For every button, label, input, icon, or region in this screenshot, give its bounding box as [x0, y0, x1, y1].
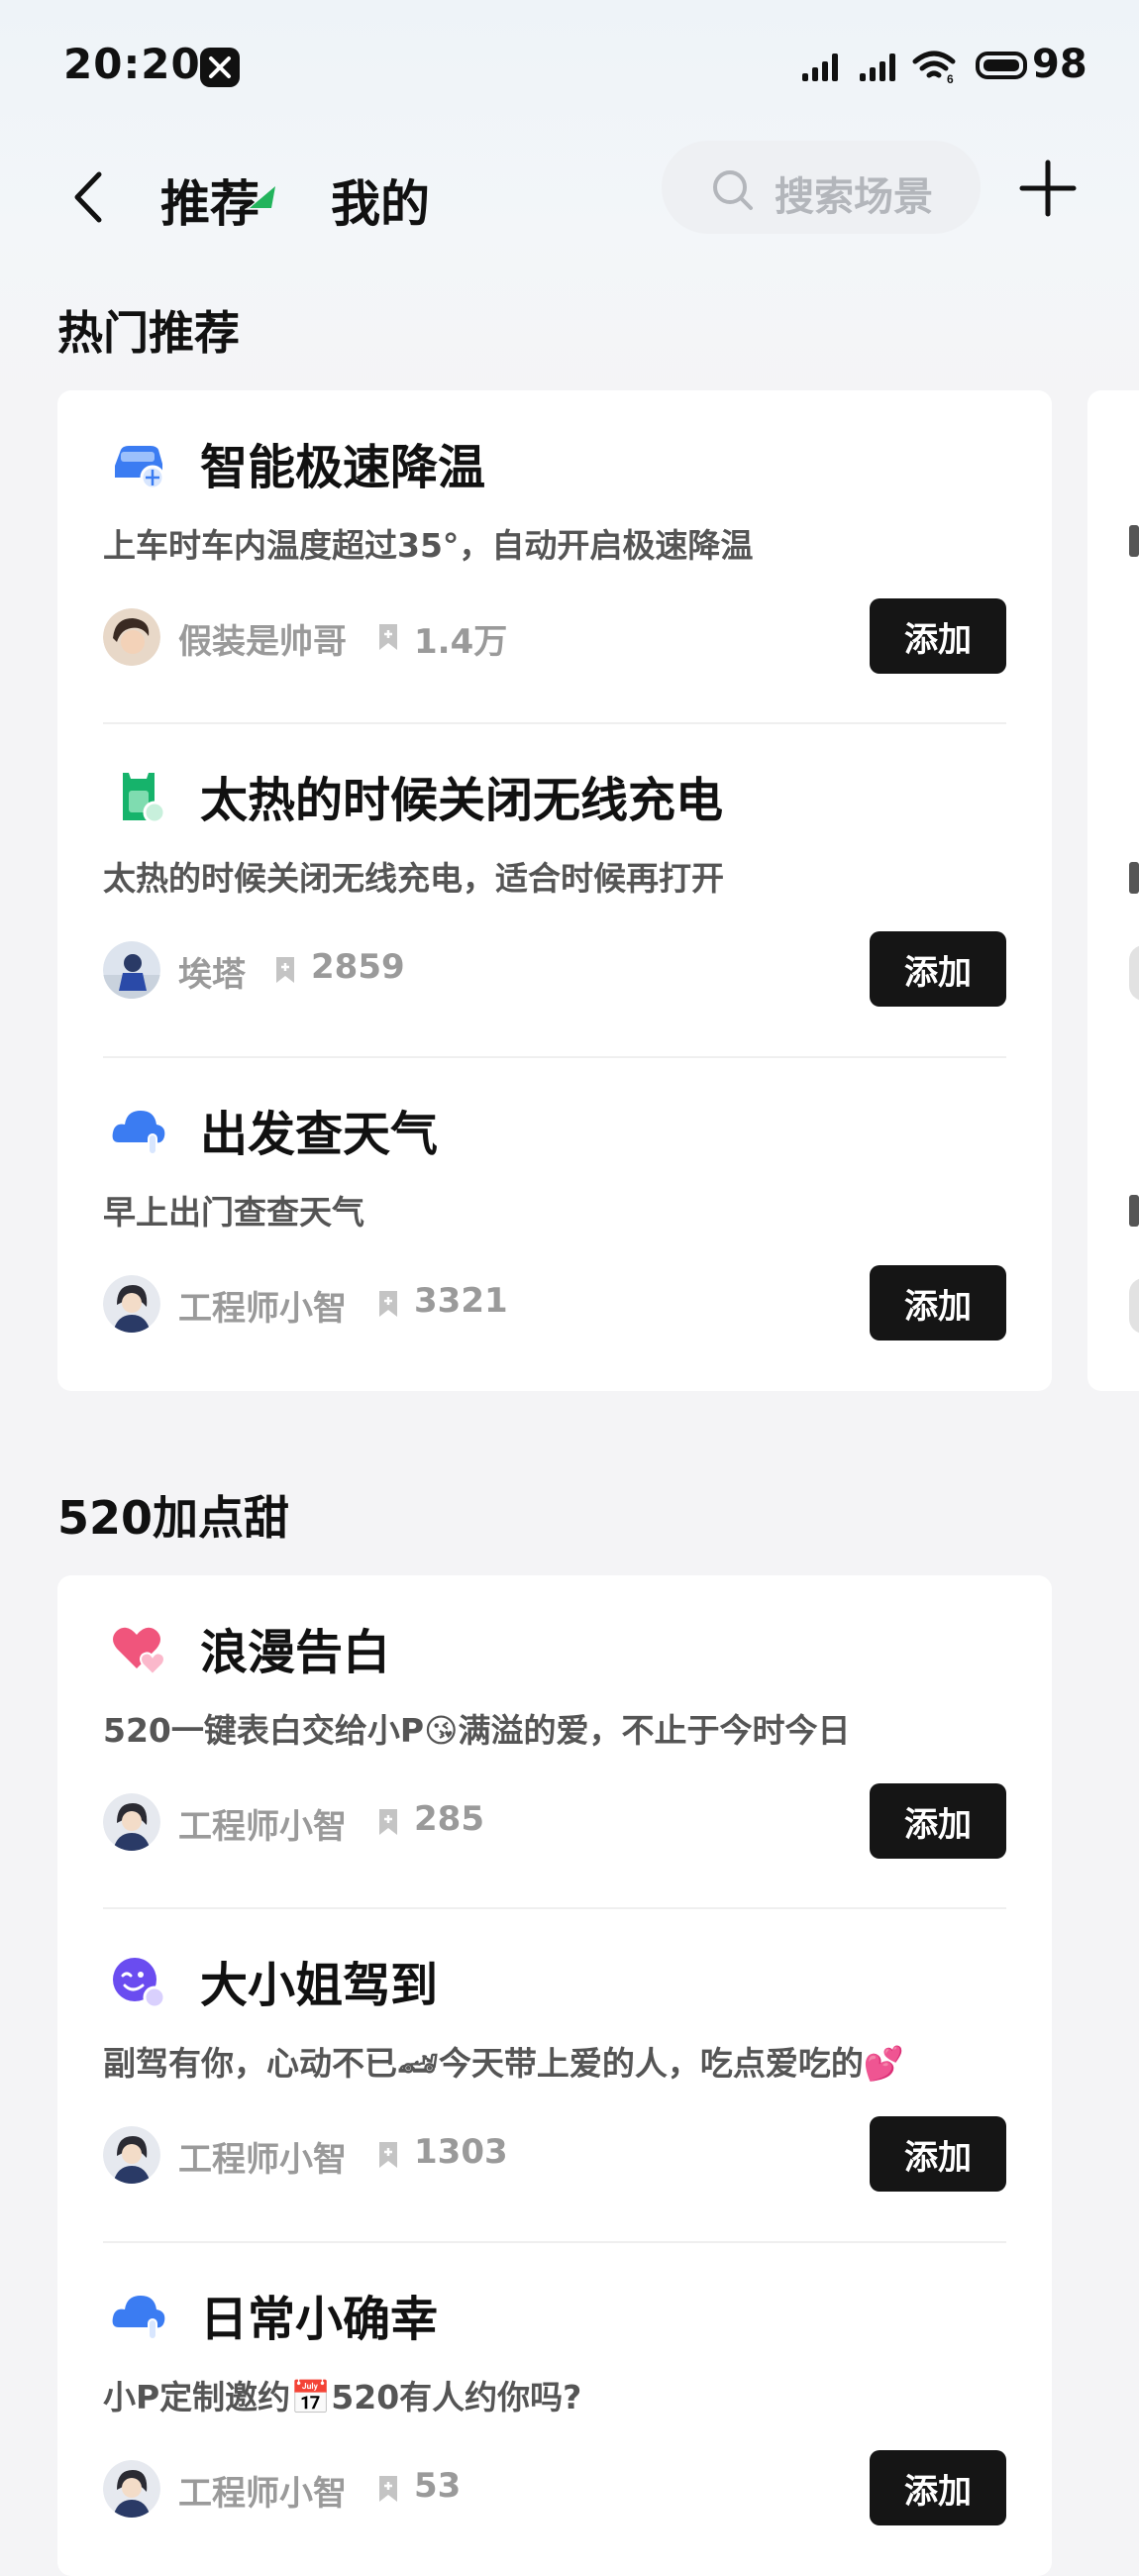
author-name: 假装是帅哥 — [178, 622, 347, 662]
peek-text-fragment — [1129, 862, 1139, 894]
battery-icon — [976, 52, 1027, 79]
back-arrow-icon[interactable] — [63, 162, 113, 232]
scene-item[interactable]: 出发查天气 早上出门查查天气 工程师小智 3321 添加 — [103, 1057, 1006, 1390]
notification-app-icon — [200, 48, 240, 87]
signal-2-icon — [860, 52, 899, 81]
status-bar: 20:20 6 98 — [0, 0, 1139, 139]
scene-title: 智能极速降温 — [200, 440, 486, 495]
weather-icon — [112, 2296, 165, 2340]
peek-avatar — [1129, 1278, 1139, 1334]
avatar — [103, 1275, 160, 1333]
add-button[interactable]: 添加 — [870, 598, 1006, 674]
avatar — [103, 1793, 160, 1851]
search-placeholder: 搜索场景 — [775, 174, 933, 220]
add-count: 3321 — [414, 1281, 508, 1321]
scene-card-group-hot: 智能极速降温 上车时车内温度超过35°，自动开启极速降温 假装是帅哥 1.4万 … — [57, 390, 1052, 1391]
active-tab-indicator — [250, 186, 275, 208]
scene-item[interactable]: 日常小确幸 小P定制邀约📅520有人约你吗? 工程师小智 53 添加 — [103, 2242, 1006, 2575]
scene-item[interactable]: 大小姐驾到 副驾有你，心动不已🏎今天带上爱的人，吃点爱吃的💕 工程师小智 130… — [103, 1908, 1006, 2241]
bookmark-icon — [379, 1809, 397, 1835]
section-title-520: 520加点甜 — [57, 1491, 290, 1545]
car-cool-icon — [115, 446, 165, 490]
add-button[interactable]: 添加 — [870, 2450, 1006, 2525]
scene-desc: 早上出门查查天气 — [103, 1193, 364, 1232]
add-count: 1303 — [414, 2132, 508, 2172]
author-name: 工程师小智 — [178, 2474, 347, 2514]
add-button[interactable]: 添加 — [870, 1265, 1006, 1341]
top-nav: 推荐 我的 搜索场景 — [0, 139, 1139, 258]
author-name: 工程师小智 — [178, 1289, 347, 1329]
bookmark-icon — [379, 624, 397, 650]
add-button[interactable]: 添加 — [870, 1783, 1006, 1859]
search-icon — [713, 170, 753, 210]
scene-desc: 上车时车内温度超过35°，自动开启极速降温 — [103, 526, 754, 565]
scene-item[interactable]: 浪漫告白 520一键表白交给小P😘满溢的爱，不止于今时今日 工程师小智 285 … — [103, 1575, 1006, 1908]
scene-title: 日常小确幸 — [200, 2292, 439, 2347]
scene-desc: 小P定制邀约📅520有人约你吗? — [103, 2378, 582, 2416]
add-count: 53 — [414, 2466, 462, 2506]
scene-item[interactable]: 太热的时候关闭无线充电 太热的时候关闭无线充电，适合时候再打开 埃塔 2859 … — [103, 723, 1006, 1056]
wifi-icon: 6 — [912, 51, 956, 85]
scene-item[interactable]: 智能极速降温 上车时车内温度超过35°，自动开启极速降温 假装是帅哥 1.4万 … — [103, 390, 1006, 723]
author-name: 埃塔 — [178, 955, 246, 995]
add-count: 285 — [414, 1799, 484, 1839]
add-count: 1.4万 — [414, 622, 508, 662]
section-title-hot: 热门推荐 — [57, 306, 240, 360]
search-input[interactable]: 搜索场景 — [662, 141, 981, 234]
scene-title: 大小姐驾到 — [200, 1958, 439, 2013]
peek-text-fragment — [1129, 525, 1139, 557]
avatar — [103, 2126, 160, 2184]
bookmark-icon — [276, 957, 294, 983]
avatar — [103, 608, 160, 666]
scene-title: 浪漫告白 — [200, 1625, 391, 1680]
add-scene-icon[interactable] — [1018, 159, 1078, 218]
battery-level: 98 — [1032, 42, 1087, 87]
scene-desc: 太热的时候关闭无线充电，适合时候再打开 — [103, 859, 724, 898]
author-name: 工程师小智 — [178, 1807, 347, 1847]
signal-1-icon — [802, 52, 842, 81]
svg-text:6: 6 — [947, 72, 954, 85]
scene-card-group-520: 浪漫告白 520一键表白交给小P😘满溢的爱，不止于今时今日 工程师小智 285 … — [57, 1575, 1052, 2576]
author-name: 工程师小智 — [178, 2140, 347, 2180]
tab-recommend[interactable]: 推荐 — [160, 164, 259, 236]
weather-icon — [112, 1111, 165, 1155]
add-count: 2859 — [311, 947, 405, 987]
bookmark-icon — [379, 2142, 397, 2168]
wink-face-icon — [113, 1958, 166, 2009]
add-button[interactable]: 添加 — [870, 2116, 1006, 2192]
peek-text-fragment — [1129, 1195, 1139, 1227]
scene-title: 太热的时候关闭无线充电 — [200, 773, 724, 828]
scene-title: 出发查天气 — [200, 1107, 439, 1162]
peek-avatar — [1129, 945, 1139, 1001]
scene-desc: 副驾有你，心动不已🏎今天带上爱的人，吃点爱吃的💕 — [103, 2044, 904, 2083]
bookmark-icon — [379, 1291, 397, 1317]
charger-icon — [123, 773, 166, 824]
scene-desc: 520一键表白交给小P😘满溢的爱，不止于今时今日 — [103, 1711, 851, 1750]
hearts-icon — [113, 1627, 165, 1676]
status-time: 20:20 — [63, 40, 201, 88]
avatar — [103, 2460, 160, 2518]
bookmark-icon — [379, 2476, 397, 2502]
tab-mine[interactable]: 我的 — [331, 164, 430, 236]
avatar — [103, 941, 160, 999]
add-button[interactable]: 添加 — [870, 931, 1006, 1007]
